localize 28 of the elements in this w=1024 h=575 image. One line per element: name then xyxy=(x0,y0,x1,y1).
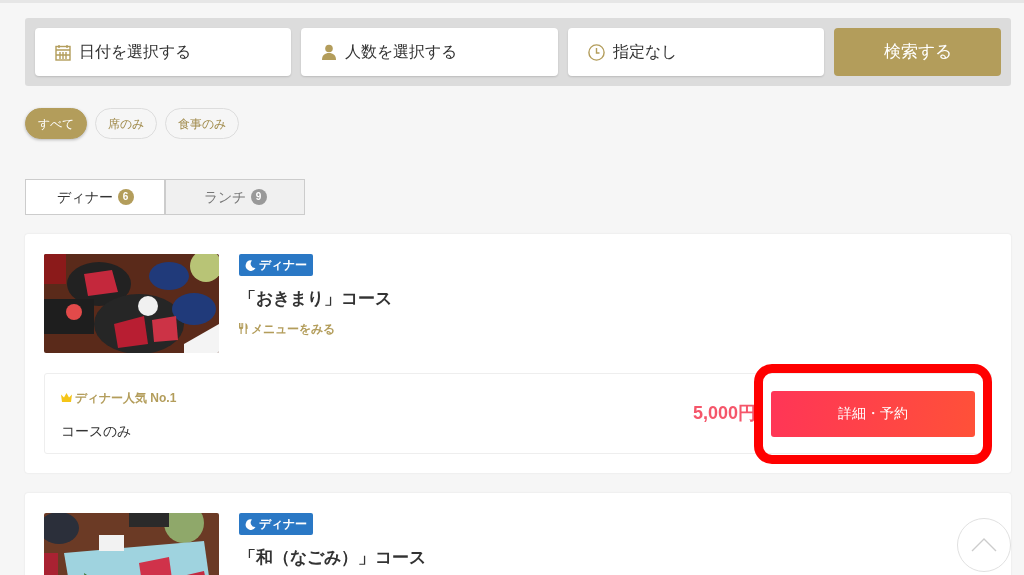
meal-tab[interactable]: ディナー 6 xyxy=(25,179,165,215)
chevron-up-icon xyxy=(971,538,997,552)
ranking-label: ディナー人気 No.1 xyxy=(75,389,177,407)
search-button[interactable]: 検索する xyxy=(834,28,1001,76)
filter-chip[interactable]: 食事のみ xyxy=(165,108,239,139)
course-title: 「おきまり」コース xyxy=(239,288,392,310)
date-select[interactable]: 日付を選択する xyxy=(35,28,292,76)
moon-icon xyxy=(245,518,256,530)
cutlery-icon xyxy=(239,323,248,334)
time-select[interactable]: 指定なし xyxy=(567,28,824,76)
filter-chip[interactable]: 席のみ xyxy=(95,108,157,139)
count-badge: 9 xyxy=(250,189,267,205)
reserve-button[interactable]: 詳細・予約 xyxy=(771,390,975,437)
filter-chip[interactable]: すべて xyxy=(25,108,87,139)
moon-icon xyxy=(245,259,256,271)
clock-icon xyxy=(587,43,605,61)
meal-tab[interactable]: ランチ 9 xyxy=(165,179,305,215)
course-title: 「和（なごみ）」コース xyxy=(239,547,426,569)
plan-name: コースのみ xyxy=(61,422,132,441)
menu-link[interactable]: メニューをみる xyxy=(239,319,335,338)
tag-label: ディナー xyxy=(259,257,307,274)
calendar-icon xyxy=(55,43,71,61)
price: 5,000円 xyxy=(692,402,756,425)
person-icon xyxy=(321,44,338,60)
guest-select[interactable]: 人数を選択する xyxy=(301,28,558,76)
count-badge: 6 xyxy=(117,189,134,205)
tag-label: ディナー xyxy=(259,516,307,533)
crown-icon xyxy=(61,393,72,402)
